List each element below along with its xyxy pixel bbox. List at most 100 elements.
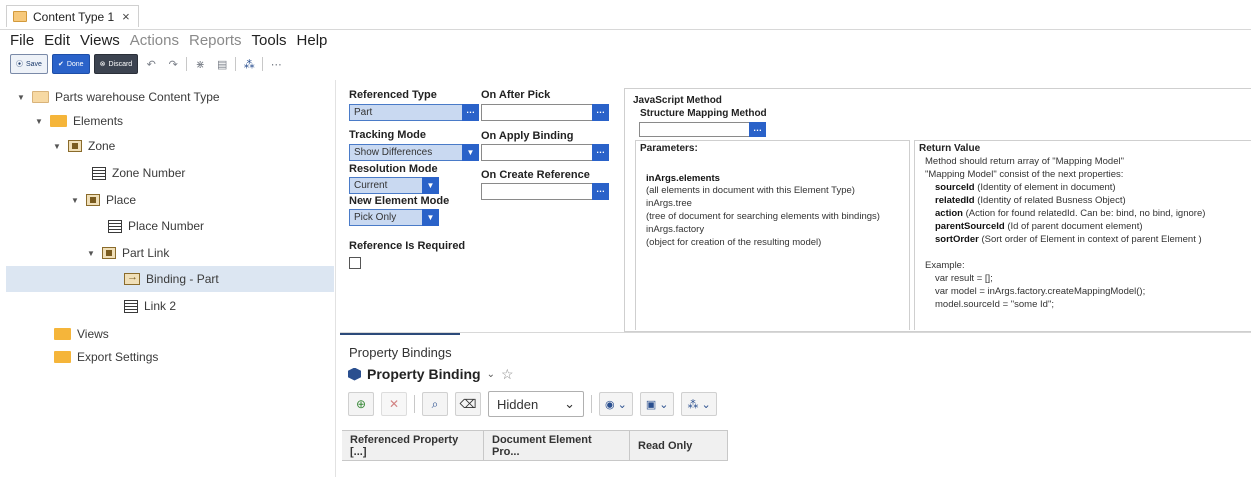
menu-tools[interactable]: Tools bbox=[252, 32, 287, 50]
tracking-mode-select[interactable]: Show Differences ▼ bbox=[349, 144, 479, 161]
view-options-dropdown[interactable]: ◉ ⌄ bbox=[599, 392, 633, 416]
save-icon: ⦿ bbox=[16, 61, 23, 68]
collapse-caret-icon[interactable]: ▼ bbox=[86, 249, 96, 258]
param-desc: (all elements in document with this Elem… bbox=[646, 185, 855, 196]
structure-mapping-field[interactable]: … bbox=[639, 122, 766, 137]
tree-node-export-settings[interactable]: Export Settings bbox=[54, 344, 158, 370]
display-dropdown[interactable]: ▣ ⌄ bbox=[639, 392, 675, 416]
chevron-down-icon: ⌄ bbox=[701, 398, 711, 411]
discard-icon: ⊗ bbox=[99, 61, 106, 68]
menu-views[interactable]: Views bbox=[80, 32, 120, 50]
add-row-icon[interactable]: ⊕ bbox=[348, 392, 374, 416]
share-icon[interactable]: ⁂ bbox=[240, 55, 258, 73]
new-element-mode-select[interactable]: Pick Only ▼ bbox=[349, 209, 439, 226]
tree-node-zone[interactable]: ▼ Zone bbox=[52, 133, 115, 159]
close-tab-icon[interactable]: × bbox=[122, 9, 130, 24]
column-document-element-property[interactable]: Document Element Pro... bbox=[484, 431, 630, 460]
column-read-only[interactable]: Read Only bbox=[630, 431, 728, 460]
main-toolbar: ⦿ Save ✔ Done ⊗ Discard ↶ ↷ ⋇ ▤ ⁂ ⋯ bbox=[10, 53, 285, 75]
reference-required-label: Reference Is Required bbox=[349, 240, 466, 252]
grid-header-row: Referenced Property [...] Document Eleme… bbox=[342, 430, 728, 461]
discard-button[interactable]: ⊗ Discard bbox=[93, 54, 139, 74]
example-line: var model = inArgs.factory.createMapping… bbox=[935, 286, 1146, 297]
element-icon bbox=[102, 247, 116, 259]
menu-reports[interactable]: Reports bbox=[189, 32, 242, 50]
toolbar-separator bbox=[591, 395, 592, 413]
tree-node-part-link[interactable]: ▼ Part Link bbox=[86, 240, 169, 266]
on-create-reference-field[interactable]: … bbox=[481, 183, 609, 200]
monitor-icon: ▣ bbox=[645, 398, 657, 411]
tree-node-place[interactable]: ▼ Place bbox=[70, 187, 136, 213]
redo-icon[interactable]: ↷ bbox=[164, 55, 182, 73]
content-type-tree: ▼ Parts warehouse Content Type ▼ Element… bbox=[6, 80, 336, 477]
chevron-down-icon: ⌄ bbox=[659, 398, 669, 411]
element-icon bbox=[68, 140, 82, 152]
menu-file[interactable]: File bbox=[10, 32, 34, 50]
chevron-down-icon: ⌄ bbox=[617, 398, 627, 411]
folder-icon bbox=[54, 351, 71, 363]
ellipsis-button[interactable]: … bbox=[749, 122, 766, 137]
ellipsis-button[interactable]: … bbox=[592, 144, 609, 161]
menu-actions[interactable]: Actions bbox=[130, 32, 179, 50]
tree-node-link2[interactable]: Link 2 bbox=[124, 293, 176, 319]
referenced-type-label: Referenced Type bbox=[349, 89, 437, 101]
view-options-icon: ◉ bbox=[605, 398, 615, 411]
on-apply-binding-field[interactable]: … bbox=[481, 144, 609, 161]
param-desc: (tree of document for searching elements… bbox=[646, 211, 880, 222]
tree-node-zone-number[interactable]: Zone Number bbox=[92, 160, 185, 186]
undo-icon[interactable]: ↶ bbox=[142, 55, 160, 73]
toolbar-separator bbox=[186, 57, 188, 71]
return-desc-line: Method should return array of "Mapping M… bbox=[925, 156, 1124, 167]
ellipsis-button[interactable]: … bbox=[462, 104, 479, 121]
favorite-star-icon[interactable]: ☆ bbox=[501, 366, 514, 383]
referenced-type-field[interactable]: Part … bbox=[349, 104, 479, 121]
folder-icon bbox=[54, 328, 71, 340]
search-icon[interactable]: ⌕ bbox=[422, 392, 448, 416]
toolbar-separator bbox=[414, 395, 415, 413]
tree-node-binding-part[interactable]: Binding - Part bbox=[6, 266, 334, 292]
tree-node-elements[interactable]: ▼ Elements bbox=[34, 108, 123, 134]
binding-properties-form: Referenced Type Part … Tracking Mode Sho… bbox=[343, 86, 621, 332]
tab-property-bindings[interactable]: Property Bindings bbox=[340, 333, 460, 363]
layout-icon[interactable]: ▤ bbox=[213, 55, 231, 73]
clear-search-icon[interactable]: ⌫ bbox=[455, 392, 481, 416]
hidden-filter-select[interactable]: Hidden ⌄ bbox=[488, 391, 584, 417]
property-binding-header: Property Binding ⌄ ☆ bbox=[348, 365, 514, 383]
folder-icon bbox=[32, 91, 49, 103]
share-dropdown[interactable]: ⁂ ⌄ bbox=[681, 392, 717, 416]
ellipsis-button[interactable]: … bbox=[592, 183, 609, 200]
collapse-caret-icon[interactable]: ▼ bbox=[16, 93, 26, 102]
folder-icon bbox=[50, 115, 67, 127]
collapse-caret-icon[interactable]: ▼ bbox=[34, 117, 44, 126]
ellipsis-button[interactable]: … bbox=[592, 104, 609, 121]
menu-edit[interactable]: Edit bbox=[44, 32, 70, 50]
collapse-caret-icon[interactable]: ▼ bbox=[70, 196, 80, 205]
grid-toolbar: ⊕ ✕ ⌕ ⌫ Hidden ⌄ ◉ ⌄ ▣ ⌄ ⁂ ⌄ bbox=[348, 391, 717, 417]
reference-required-checkbox[interactable] bbox=[349, 257, 361, 269]
resolution-mode-select[interactable]: Current ▼ bbox=[349, 177, 439, 194]
column-referenced-property[interactable]: Referenced Property [...] bbox=[342, 431, 484, 460]
collapse-caret-icon[interactable]: ▼ bbox=[52, 142, 62, 151]
element-icon bbox=[86, 194, 100, 206]
return-prop: action (Action for found relatedId. Can … bbox=[935, 208, 1206, 219]
chevron-down-icon[interactable]: ⌄ bbox=[487, 369, 495, 380]
save-button[interactable]: ⦿ Save bbox=[10, 54, 48, 74]
menu-help[interactable]: Help bbox=[297, 32, 328, 50]
return-value-box: Return Value Method should return array … bbox=[914, 140, 1251, 330]
param-name: inArgs.factory bbox=[646, 224, 705, 235]
delete-row-icon[interactable]: ✕ bbox=[381, 392, 407, 416]
done-button[interactable]: ✔ Done bbox=[51, 54, 90, 74]
tree-node-root[interactable]: ▼ Parts warehouse Content Type bbox=[16, 84, 220, 110]
new-element-mode-label: New Element Mode bbox=[349, 195, 450, 207]
more-icon[interactable]: ⋯ bbox=[267, 55, 285, 73]
menu-bar: File Edit Views Actions Reports Tools He… bbox=[10, 32, 327, 50]
example-line: model.sourceId = "some Id"; bbox=[935, 299, 1054, 310]
structure-icon[interactable]: ⋇ bbox=[191, 55, 209, 73]
document-tab[interactable]: Content Type 1 × bbox=[6, 5, 139, 27]
field-icon bbox=[124, 299, 138, 313]
on-after-pick-field[interactable]: … bbox=[481, 104, 609, 121]
resolution-mode-label: Resolution Mode bbox=[349, 163, 438, 175]
tree-node-place-number[interactable]: Place Number bbox=[108, 213, 204, 239]
return-prop: sourceId (Identity of element in documen… bbox=[935, 182, 1116, 193]
example-title: Example: bbox=[925, 260, 965, 271]
